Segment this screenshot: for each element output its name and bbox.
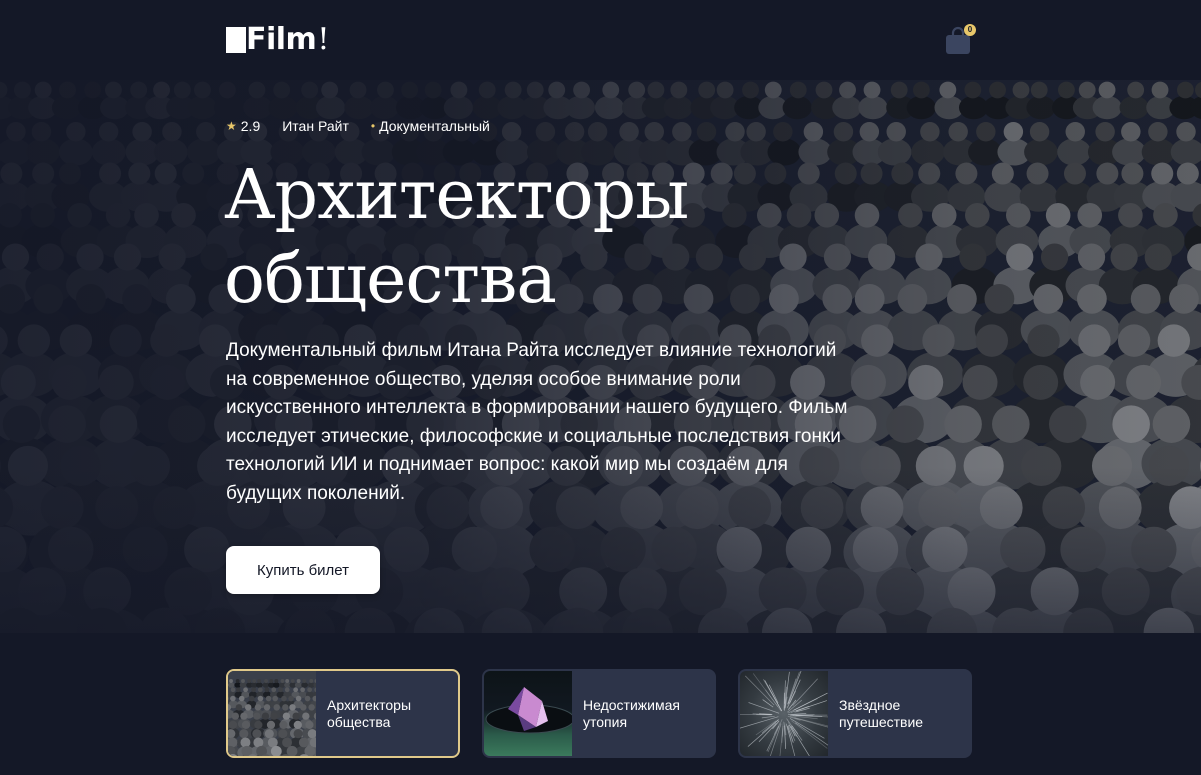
film-thumbnail [228, 671, 316, 756]
logo-mark-icon [226, 27, 246, 53]
buy-ticket-button[interactable]: Купить билет [226, 546, 380, 594]
film-card-space[interactable]: Звёздное путешествие [738, 669, 972, 758]
rating-value: 2.9 [240, 118, 261, 134]
logo[interactable]: Film ! [226, 24, 329, 56]
film-card-architects[interactable]: Архитекторы общества [226, 669, 460, 758]
film-thumbnail [484, 671, 572, 756]
cart-button[interactable]: 0 [944, 24, 976, 56]
film-card-title: Недостижимая утопия [583, 696, 680, 730]
genre-dot-icon: • [370, 119, 376, 133]
film-title: Архитекторы общества [224, 156, 689, 319]
star-icon: ★ [226, 119, 237, 133]
director-name: Итан Райт [282, 118, 349, 134]
film-meta: ★ 2.9 Итан Райт • Документальный [226, 118, 490, 134]
film-cards: Архитекторы общества Недостижимая утопия… [226, 669, 972, 758]
film-card-title: Архитекторы общества [327, 696, 411, 730]
logo-exclamation: ! [317, 22, 330, 57]
cart-count-badge: 0 [964, 24, 976, 36]
logo-text: Film [246, 22, 317, 57]
film-card-utopia[interactable]: Недостижимая утопия [482, 669, 716, 758]
film-thumbnail [740, 671, 828, 756]
genre-label: Документальный [379, 118, 490, 134]
film-card-title: Звёздное путешествие [839, 696, 924, 730]
film-description: Документальный фильм Итана Райта исследу… [226, 340, 848, 504]
site-header: Film ! 0 [0, 0, 1201, 80]
